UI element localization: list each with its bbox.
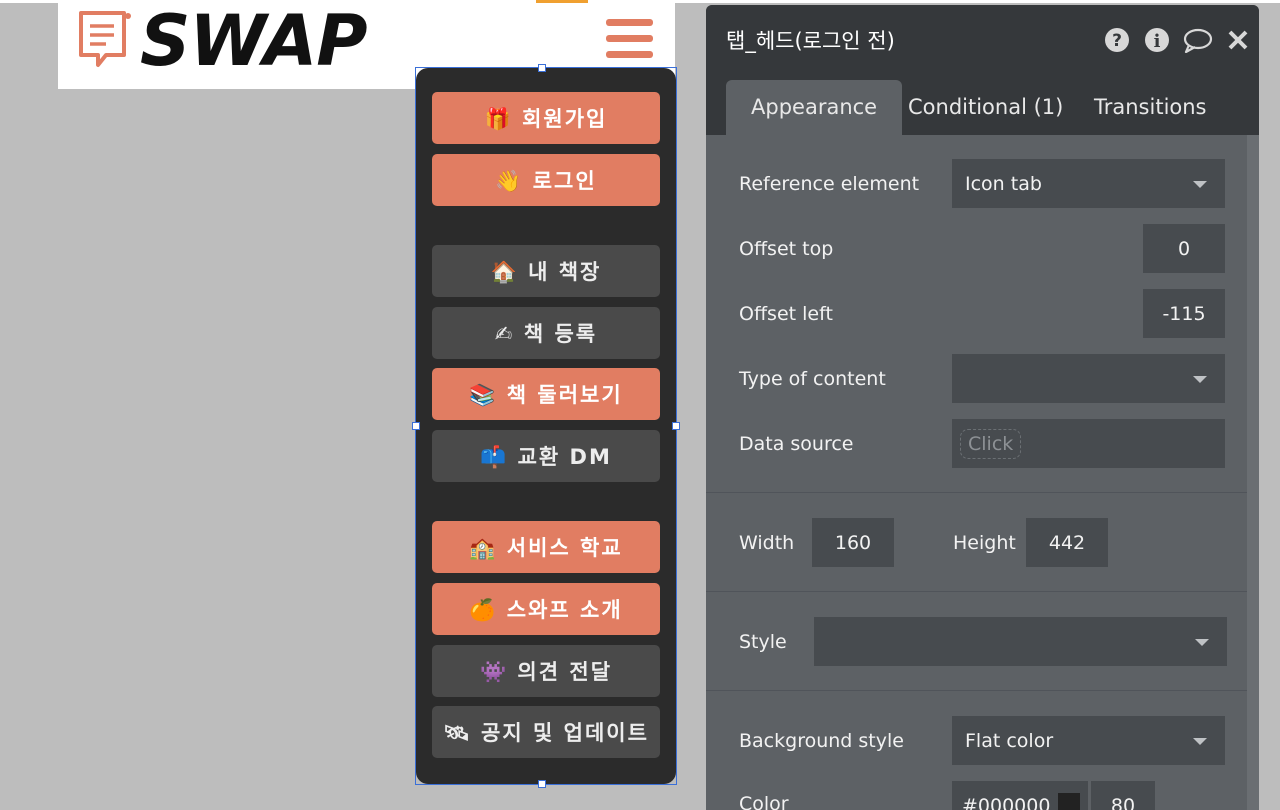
help-icon[interactable]: ? (1104, 27, 1130, 53)
hamburger-icon[interactable] (606, 19, 653, 61)
info-icon[interactable]: i (1144, 27, 1170, 53)
dropdown-caret-icon (1193, 738, 1207, 745)
svg-text:i: i (1154, 31, 1161, 52)
resize-handle-right[interactable] (672, 422, 680, 430)
color-label: Color (739, 793, 789, 810)
panel-header: 탭_헤드(로그인 전) ? i (706, 5, 1259, 71)
data-source-label: Data source (739, 433, 854, 455)
dropdown-caret-icon (1193, 376, 1207, 383)
dropdown-caret-icon (1195, 639, 1209, 646)
svg-text:?: ? (1112, 31, 1122, 51)
tab-conditional[interactable]: Conditional (1) (908, 80, 1063, 135)
tab-transitions[interactable]: Transitions (1094, 80, 1207, 135)
reference-element-label: Reference element (739, 173, 920, 195)
panel-scrollbar[interactable] (1247, 135, 1259, 810)
data-source-field[interactable]: Click (952, 419, 1225, 468)
width-input[interactable]: 160 (812, 518, 894, 567)
color-value: #000000 (962, 795, 1051, 810)
offset-top-input[interactable]: 0 (1143, 224, 1225, 273)
offset-left-value: -115 (1162, 303, 1206, 325)
resize-handle-left[interactable] (412, 422, 420, 430)
comment-icon[interactable] (1183, 27, 1213, 53)
color-input[interactable]: #000000 (952, 781, 1088, 810)
type-of-content-dropdown[interactable] (952, 354, 1225, 403)
background-style-dropdown[interactable]: Flat color (952, 716, 1225, 765)
section-divider (706, 492, 1247, 493)
dropdown-caret-icon (1193, 181, 1207, 188)
offset-top-value: 0 (1177, 238, 1191, 260)
offset-left-label: Offset left (739, 303, 833, 325)
color-swatch[interactable] (1058, 793, 1080, 810)
resize-handle-bottom[interactable] (538, 780, 546, 788)
logo-text: SWAP (140, 0, 368, 82)
height-value: 442 (1048, 532, 1086, 554)
opacity-input[interactable]: 80 (1091, 781, 1155, 810)
property-panel: 탭_헤드(로그인 전) ? i Appearance Conditional (… (706, 5, 1259, 810)
opacity-value: 80 (1110, 795, 1136, 810)
height-input[interactable]: 442 (1026, 518, 1108, 567)
data-source-click-placeholder[interactable]: Click (960, 429, 1022, 459)
selection-outline (412, 64, 680, 788)
panel-title: 탭_헤드(로그인 전) (726, 29, 895, 53)
style-label: Style (739, 631, 787, 653)
reference-element-value: Icon tab (965, 173, 1042, 195)
width-value: 160 (834, 532, 872, 554)
reference-element-dropdown[interactable]: Icon tab (952, 159, 1225, 208)
resize-handle-top[interactable] (538, 64, 546, 72)
chat-logo-icon (79, 11, 131, 67)
type-of-content-label: Type of content (739, 368, 886, 390)
background-style-label: Background style (739, 730, 904, 752)
style-dropdown[interactable] (814, 617, 1227, 666)
section-divider (706, 690, 1247, 691)
offset-top-label: Offset top (739, 238, 834, 260)
width-label: Width (739, 532, 795, 554)
background-style-value: Flat color (965, 730, 1054, 752)
height-label: Height (953, 532, 1016, 554)
offset-left-input[interactable]: -115 (1143, 289, 1225, 338)
close-icon[interactable] (1227, 27, 1249, 53)
tab-appearance[interactable]: Appearance (726, 80, 903, 135)
section-divider (706, 591, 1247, 592)
